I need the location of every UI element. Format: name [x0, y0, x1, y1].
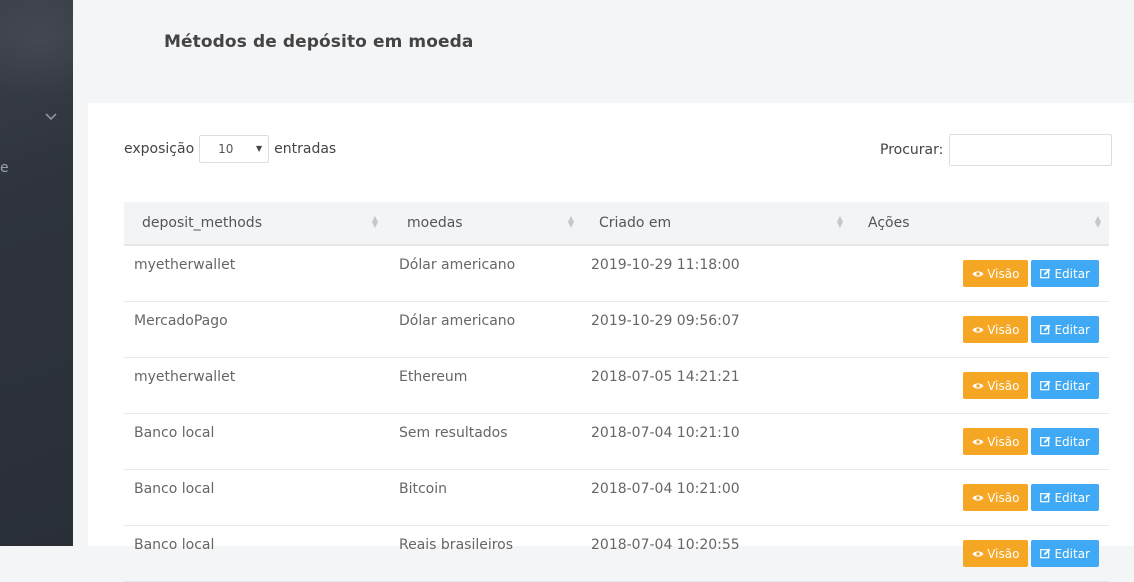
cell-currency: Dólar americano — [386, 301, 582, 358]
column-header-actions[interactable]: Ações ▲ ▼ — [851, 202, 1109, 246]
sort-icon: ▲ ▼ — [567, 214, 574, 229]
view-button[interactable]: Visão — [963, 540, 1029, 567]
search-label: Procurar: — [880, 142, 944, 158]
edit-icon — [1040, 268, 1051, 279]
sidebar: e — [0, 0, 73, 546]
cell-method: myetherwallet — [124, 357, 386, 414]
cell-method: MercadoPago — [124, 301, 386, 358]
length-prefix-label: exposição — [124, 141, 195, 157]
table-row: myetherwallet Ethereum 2018-07-05 14:21:… — [124, 357, 1109, 414]
cell-created: 2018-07-04 10:21:10 — [582, 413, 851, 470]
eye-icon — [972, 550, 984, 557]
sort-icon: ▲ ▼ — [371, 214, 378, 229]
cell-method: Banco local — [124, 469, 386, 526]
sidebar-decoration — [0, 0, 73, 100]
cell-currency: Bitcoin — [386, 469, 582, 526]
edit-button[interactable]: Editar — [1031, 540, 1099, 567]
length-suffix-label: entradas — [274, 141, 337, 157]
cell-created: 2019-10-29 11:18:00 — [582, 245, 851, 302]
view-button[interactable]: Visão — [963, 260, 1029, 287]
table-row: myetherwallet Dólar americano 2019-10-29… — [124, 245, 1109, 302]
cell-currency: Dólar americano — [386, 245, 582, 302]
cell-currency: Sem resultados — [386, 413, 582, 470]
eye-icon — [972, 326, 984, 333]
edit-button[interactable]: Editar — [1031, 484, 1099, 511]
deposit-methods-table: deposit_methods ▲ ▼ moedas ▲ ▼ Criado em ▲… — [124, 202, 1109, 582]
edit-icon — [1040, 492, 1051, 503]
header-label: moedas — [407, 215, 463, 231]
cell-actions: Visão Editar — [851, 469, 1109, 526]
header-label: Ações — [868, 215, 910, 231]
table-search: Procurar: — [880, 134, 1113, 166]
cell-actions: Visão Editar — [851, 301, 1109, 358]
cell-currency: Ethereum — [386, 357, 582, 414]
eye-icon — [972, 382, 984, 389]
cell-actions: Visão Editar — [851, 357, 1109, 414]
cell-actions: Visão Editar — [851, 245, 1109, 302]
table-row: Banco local Sem resultados 2018-07-04 10… — [124, 413, 1109, 470]
table-row: Banco local Bitcoin 2018-07-04 10:21:00 … — [124, 469, 1109, 526]
view-button[interactable]: Visão — [963, 484, 1029, 511]
entries-length-select[interactable]: 10 ▼ — [199, 135, 270, 163]
sort-icon: ▲ ▼ — [1094, 214, 1101, 229]
entries-length-value: 10 — [218, 142, 234, 156]
cell-currency: Reais brasileiros — [386, 525, 582, 582]
column-header-created[interactable]: Criado em ▲ ▼ — [582, 202, 851, 246]
header-label: deposit_methods — [142, 215, 262, 231]
edit-button[interactable]: Editar — [1031, 372, 1099, 399]
edit-button[interactable]: Editar — [1031, 260, 1099, 287]
edit-button[interactable]: Editar — [1031, 428, 1099, 455]
cell-created: 2018-07-04 10:21:00 — [582, 469, 851, 526]
view-button[interactable]: Visão — [963, 428, 1029, 455]
cell-created: 2018-07-04 10:20:55 — [582, 525, 851, 582]
edit-icon — [1040, 380, 1051, 391]
header-label: Criado em — [599, 215, 672, 231]
cell-actions: Visão Editar — [851, 525, 1109, 582]
sidebar-item-label[interactable]: e — [0, 160, 9, 176]
eye-icon — [972, 438, 984, 445]
cell-method: Banco local — [124, 525, 386, 582]
eye-icon — [972, 494, 984, 501]
edit-icon — [1040, 548, 1051, 559]
cell-created: 2019-10-29 09:56:07 — [582, 301, 851, 358]
cell-created: 2018-07-05 14:21:21 — [582, 357, 851, 414]
caret-down-icon: ▼ — [255, 144, 263, 153]
edit-icon — [1040, 436, 1051, 447]
table-header-row: deposit_methods ▲ ▼ moedas ▲ ▼ Criado em ▲… — [124, 202, 1109, 246]
cell-method: Banco local — [124, 413, 386, 470]
cell-actions: Visão Editar — [851, 413, 1109, 470]
edit-icon — [1040, 324, 1051, 335]
chevron-down-icon[interactable] — [44, 110, 58, 124]
page-title: Métodos de depósito em moeda — [164, 32, 474, 52]
view-button[interactable]: Visão — [963, 372, 1029, 399]
view-button[interactable]: Visão — [963, 316, 1029, 343]
edit-button[interactable]: Editar — [1031, 316, 1099, 343]
table-row: Banco local Reais brasileiros 2018-07-04… — [124, 525, 1109, 582]
eye-icon — [972, 270, 984, 277]
search-input[interactable] — [949, 134, 1113, 166]
column-header-currencies[interactable]: moedas ▲ ▼ — [386, 202, 582, 246]
entries-length-control: exposição 10 ▼ entradas — [124, 134, 336, 164]
table-row: MercadoPago Dólar americano 2019-10-29 0… — [124, 301, 1109, 358]
cell-method: myetherwallet — [124, 245, 386, 302]
sort-icon: ▲ ▼ — [836, 214, 843, 229]
column-header-deposit-methods[interactable]: deposit_methods ▲ ▼ — [124, 202, 386, 246]
